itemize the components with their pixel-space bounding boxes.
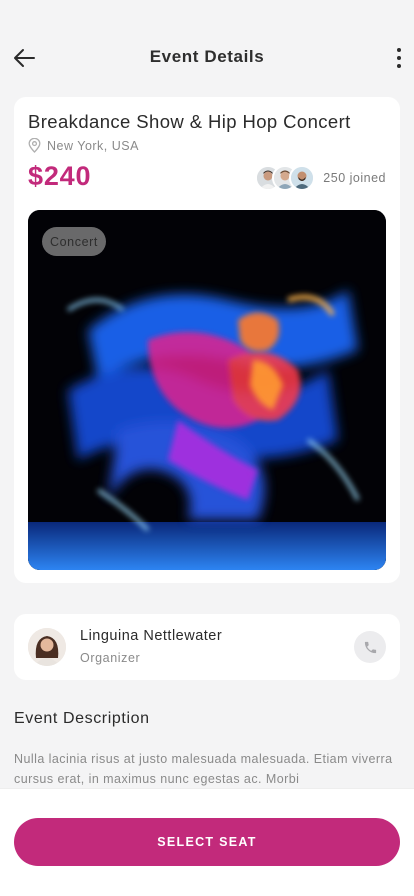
event-title: Breakdance Show & Hip Hop Concert [28,111,351,132]
select-seat-button[interactable]: SELECT SEAT [14,818,400,866]
app-header: Event Details [0,0,414,110]
attendee-avatar [289,165,316,191]
more-options-button[interactable] [388,44,410,72]
event-price: $240 [28,161,92,191]
organizer-card[interactable]: Linguina Nettlewater Organizer [14,614,400,680]
page-title: Event Details [149,47,265,66]
location-text: New York, USA [47,138,139,153]
category-badge: Concert [42,227,106,256]
dancer-motion-blur-photo [28,210,386,570]
more-vertical-icon [397,48,401,52]
joined-count: 250 joined [323,171,386,185]
description-heading: Event Description [14,710,150,727]
event-card: Breakdance Show & Hip Hop Concert New Yo… [14,97,400,583]
organizer-name: Linguina Nettlewater [80,628,223,644]
event-image: Concert [28,210,386,570]
bottom-action-bar: SELECT SEAT [0,788,414,896]
phone-icon [364,641,376,653]
event-location: New York, USA [28,138,139,153]
call-organizer-button[interactable] [354,631,386,663]
joined-attendees[interactable]: 250 joined [255,165,386,191]
location-pin-icon [28,138,41,153]
description-text: Nulla lacinia risus at justo malesuada m… [14,752,393,786]
organizer-role: Organizer [80,651,141,665]
organizer-avatar [28,628,66,666]
attendee-avatars [255,165,316,191]
